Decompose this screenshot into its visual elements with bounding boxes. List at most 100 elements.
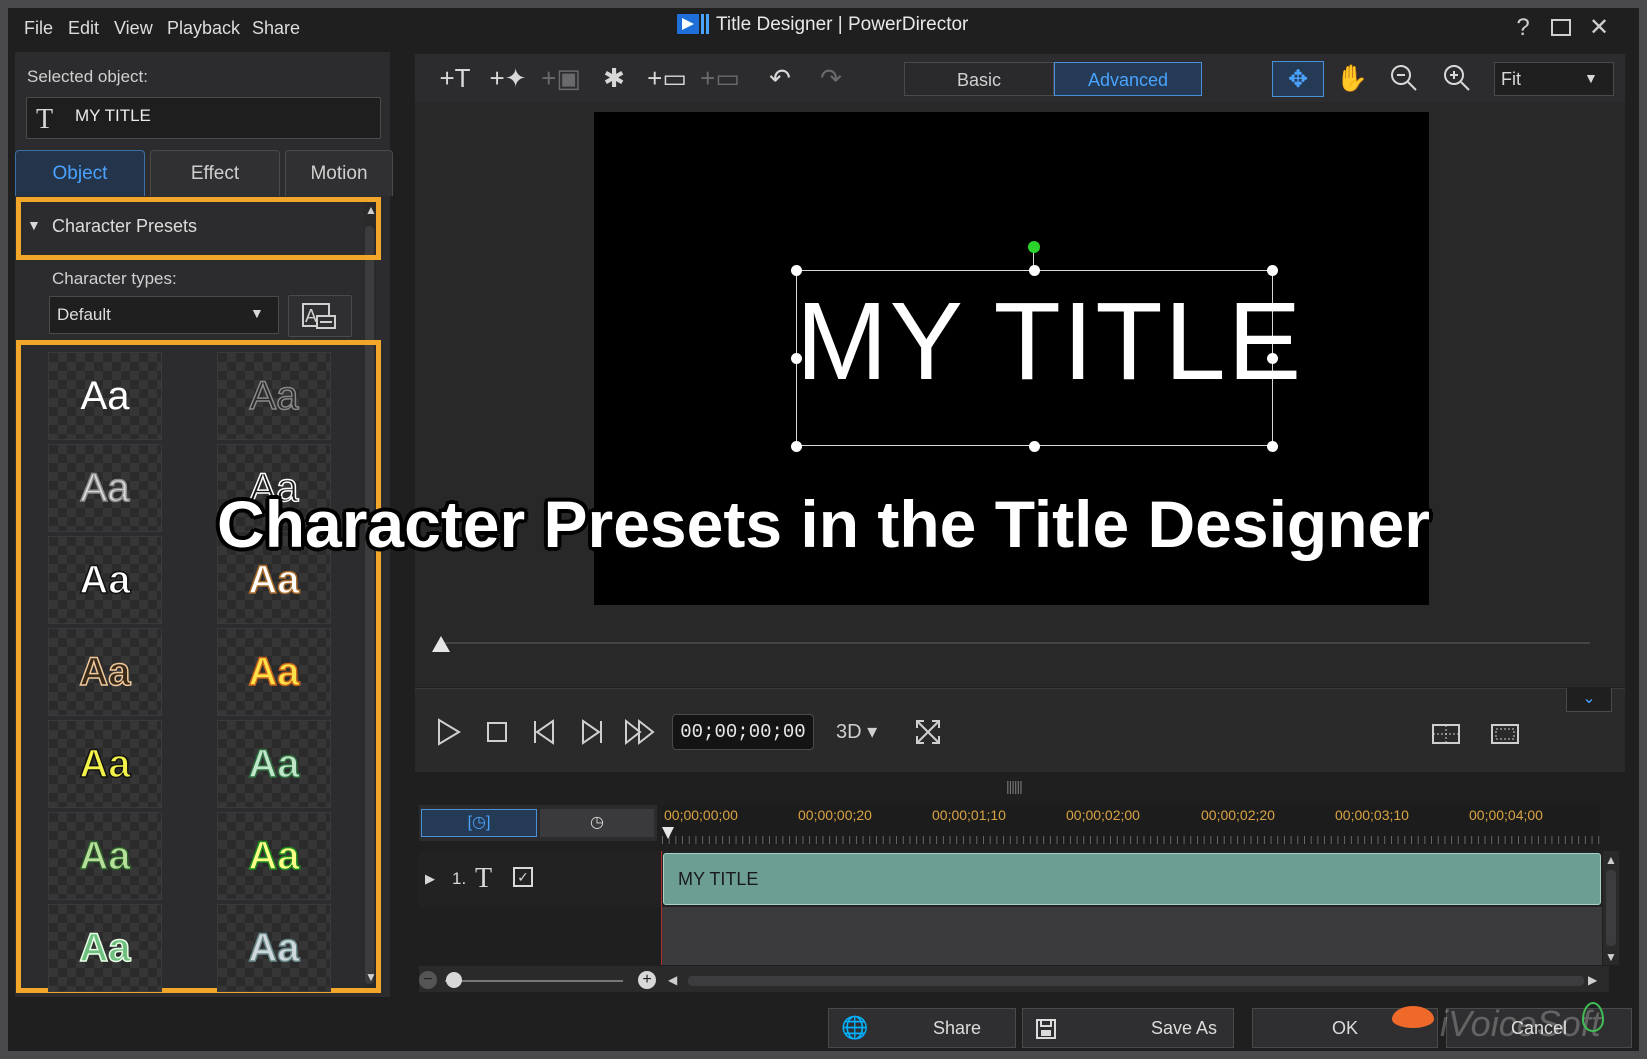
scroll-right-icon[interactable]: ▶ — [1588, 973, 1597, 987]
save-as-button-label: Save As — [1151, 1018, 1218, 1038]
resize-handle[interactable] — [1267, 265, 1278, 276]
scroll-up-icon[interactable]: ▲ — [1605, 853, 1617, 867]
ruler-tick-label: 00;00;00;20 — [798, 807, 872, 823]
expand-track-icon[interactable]: ▶ — [425, 871, 435, 887]
character-preset-sample: Aa — [248, 649, 301, 695]
insert-image-icon[interactable]: +▣ — [536, 60, 586, 96]
hand-icon[interactable]: ✋ — [1327, 60, 1377, 96]
insert-object-icon[interactable]: +▭ — [695, 60, 745, 96]
maximize-icon[interactable] — [1547, 14, 1575, 42]
svg-text:A: A — [305, 306, 317, 326]
panel-splitter-handle[interactable]: |||||| — [1006, 778, 1023, 794]
ruler-tick-label: 00;00;04;00 — [1469, 807, 1543, 823]
character-preset-swatch[interactable]: Aa — [217, 904, 331, 992]
menu-view[interactable]: View — [114, 18, 153, 39]
select-move-icon[interactable]: ✥ — [1272, 61, 1324, 97]
timeline-horizontal-scrollbar[interactable] — [688, 976, 1584, 986]
character-preset-sample: Aa — [80, 374, 130, 418]
watermark-lips-icon — [1392, 1006, 1434, 1028]
redo-icon[interactable]: ↷ — [806, 60, 856, 96]
resize-handle[interactable] — [1267, 441, 1278, 452]
menu-file[interactable]: File — [24, 18, 53, 39]
next-frame-icon[interactable] — [577, 717, 605, 754]
preview-scrub-head[interactable] — [432, 636, 450, 652]
insert-effect-icon[interactable]: ✱ — [589, 60, 639, 96]
insert-background-icon[interactable]: +▭ — [642, 60, 692, 96]
tab-object[interactable]: Object — [15, 150, 145, 196]
title-clip[interactable] — [663, 853, 1601, 905]
character-preset-sample: Aa — [248, 741, 301, 787]
rotation-handle[interactable] — [1028, 241, 1040, 253]
menu-share[interactable]: Share — [252, 18, 300, 39]
insert-title-icon[interactable]: +T — [430, 60, 480, 96]
zoom-minus-icon[interactable]: − — [419, 971, 437, 989]
mode-basic-button[interactable]: Basic — [904, 62, 1054, 96]
share-button[interactable]: 🌐 Share — [828, 1008, 1016, 1048]
text-style-icon: A — [302, 303, 336, 329]
save-as-button[interactable]: Save As — [1022, 1008, 1234, 1048]
help-icon[interactable]: ? — [1509, 14, 1537, 42]
timeline-vertical-thumb[interactable] — [1606, 870, 1616, 946]
close-icon[interactable]: ✕ — [1585, 14, 1613, 42]
resize-handle[interactable] — [1029, 441, 1040, 452]
scroll-left-icon[interactable]: ◀ — [668, 973, 677, 987]
character-preset-swatch[interactable]: Aa — [48, 628, 162, 716]
timeline-playhead[interactable] — [662, 827, 674, 839]
resize-handle[interactable] — [1029, 265, 1040, 276]
canvas-title-text[interactable]: MY TITLE — [796, 278, 1301, 405]
insert-particle-icon[interactable]: +✦ — [483, 60, 533, 96]
timeline-empty-track[interactable] — [662, 907, 1602, 965]
timeline-zoom-knob[interactable] — [446, 972, 462, 988]
scroll-down-icon[interactable]: ▼ — [1605, 950, 1617, 964]
zoom-plus-icon[interactable]: + — [638, 971, 656, 989]
clip-label: MY TITLE — [678, 869, 759, 889]
fullscreen-icon[interactable] — [914, 718, 942, 753]
zoom-out-icon[interactable] — [1379, 60, 1429, 96]
globe-icon: 🌐 — [841, 1015, 869, 1040]
character-preset-sample: Aa — [248, 833, 301, 879]
tab-motion[interactable]: Motion — [285, 150, 393, 196]
character-preset-swatch[interactable]: Aa — [217, 720, 331, 808]
3d-mode-dropdown[interactable]: 3D ▾ — [836, 719, 877, 744]
character-preset-swatch[interactable]: Aa — [48, 812, 162, 900]
tab-effect[interactable]: Effect — [150, 150, 280, 196]
menu-edit[interactable]: Edit — [68, 18, 99, 39]
safe-zone-icon[interactable] — [1490, 722, 1520, 753]
character-preset-swatch[interactable]: Aa — [48, 904, 162, 992]
timecode-display[interactable]: 00;00;00;00 — [672, 714, 814, 750]
zoom-value: Fit — [1501, 69, 1521, 89]
previous-frame-icon[interactable] — [531, 717, 559, 754]
character-preset-swatch[interactable]: Aa — [217, 352, 331, 440]
fast-forward-icon[interactable] — [623, 717, 657, 754]
resize-handle[interactable] — [791, 441, 802, 452]
resize-handle[interactable] — [791, 265, 802, 276]
character-presets-header[interactable]: Character Presets — [52, 216, 197, 237]
undo-icon[interactable]: ↶ — [755, 60, 805, 96]
expand-panel-icon[interactable]: ⌄ — [1566, 688, 1612, 712]
track-enabled-checkbox[interactable]: ✓ — [513, 867, 533, 887]
character-preset-swatch[interactable]: Aa — [48, 352, 162, 440]
timeline-clock-button[interactable]: ◷ — [540, 809, 654, 837]
play-icon[interactable] — [436, 717, 462, 754]
character-preset-swatch[interactable]: Aa — [48, 720, 162, 808]
character-preset-swatch[interactable]: Aa — [217, 812, 331, 900]
character-preset-swatch[interactable]: Aa — [217, 628, 331, 716]
track-number: 1. — [452, 869, 467, 888]
stop-icon[interactable] — [485, 717, 509, 754]
timeline-range-button[interactable]: [◷] — [421, 809, 537, 837]
collapse-triangle-icon[interactable]: ▼ — [27, 217, 41, 233]
ruler-tick-label: 00;00;03;10 — [1335, 807, 1409, 823]
character-preset-sample: Aa — [79, 925, 132, 971]
grid-lines-icon[interactable] — [1431, 722, 1461, 753]
character-settings-button[interactable]: A — [288, 295, 352, 337]
preview-scrub-track[interactable] — [440, 642, 1590, 644]
timeline-zoom-slider[interactable] — [445, 980, 623, 982]
menu-playback[interactable]: Playback — [167, 18, 240, 39]
character-types-label: Character types: — [52, 269, 177, 288]
zoom-in-icon[interactable] — [1432, 60, 1482, 96]
ruler-ticks — [662, 836, 1600, 844]
chevron-down-icon: ▼ — [250, 305, 264, 321]
mode-advanced-button[interactable]: Advanced — [1054, 62, 1202, 96]
character-preset-sample: Aa — [79, 557, 132, 603]
character-preset-sample: Aa — [248, 557, 301, 603]
